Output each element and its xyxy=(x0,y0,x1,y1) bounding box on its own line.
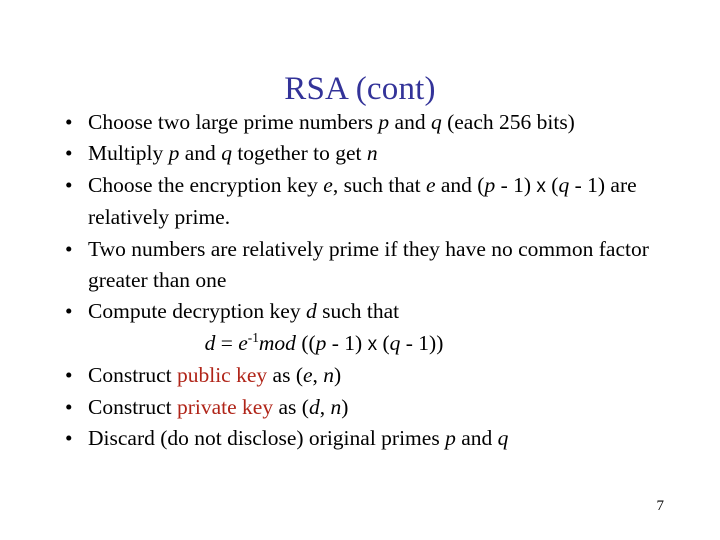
text-run: Construct xyxy=(88,363,177,388)
text-run: Multiply xyxy=(88,141,169,166)
math-variable: p xyxy=(378,110,390,134)
text-run: Discard (do not disclose) original prime… xyxy=(88,426,446,451)
math-variable: p xyxy=(315,330,327,355)
text-run: and xyxy=(389,110,431,134)
text-run: (( xyxy=(295,330,316,355)
math-variable: p xyxy=(445,426,456,451)
text-run: Choose two large prime numbers xyxy=(88,110,379,134)
text-run: - 1) xyxy=(326,330,368,355)
bullet-point-icon: • xyxy=(65,363,73,388)
math-variable: e xyxy=(323,172,333,197)
bullet-item-construct-public-key: • Construct public key as (e, n) xyxy=(58,360,680,391)
text-run: , xyxy=(312,363,324,388)
slide-body: • Choose two large prime numbers p and q … xyxy=(58,107,680,454)
text-run: ) xyxy=(334,363,342,388)
math-variable: d xyxy=(308,394,320,419)
math-variable: q xyxy=(497,426,509,451)
bullet-item-compute-decryption-key: • Compute decryption key d such that xyxy=(58,296,680,327)
math-variable: q xyxy=(430,110,442,134)
bullet-point-icon: • xyxy=(65,426,73,451)
text-run: as ( xyxy=(267,363,303,388)
multiplication-symbol: x xyxy=(536,175,546,197)
bullet-item-discard-primes: • Discard (do not disclose) original prim… xyxy=(58,423,680,454)
bullet-item-construct-private-key: • Construct private key as (d, n) xyxy=(58,392,680,423)
math-variable: q xyxy=(389,330,401,355)
text-run: and xyxy=(455,426,498,451)
math-variable: d xyxy=(204,330,216,355)
bullet-item-label: Choose two large prime numbers p and q (… xyxy=(88,107,680,138)
bullet-point-icon: • xyxy=(65,141,73,166)
math-variable: n xyxy=(366,141,378,166)
text-run: such that xyxy=(316,299,400,324)
math-variable: p xyxy=(168,141,180,166)
math-variable: q xyxy=(558,172,570,197)
text-run: Compute decryption key xyxy=(88,299,306,324)
text-run: , xyxy=(319,394,331,419)
math-variable: e xyxy=(425,172,436,197)
text-run: , such that xyxy=(332,172,426,197)
bullet-item-multiply-to-get-n: • Multiply p and q together to get n xyxy=(58,138,680,169)
highlighted-term: public key xyxy=(176,363,268,388)
page-title: RSA (cont) xyxy=(284,71,436,108)
multiplication-symbol: x xyxy=(367,333,378,355)
page-number: 7 xyxy=(656,498,665,514)
bullet-point-icon: • xyxy=(65,110,73,134)
text-run: Construct xyxy=(88,394,177,419)
bullet-item-label: Choose the encryption key e, such that e… xyxy=(88,170,680,234)
bullet-point-icon: • xyxy=(65,299,73,324)
bullet-item-label: Compute decryption key d such that xyxy=(88,296,680,327)
text-run: - 1)) xyxy=(400,330,444,355)
decryption-key-formula: d = e-1mod ((p - 1) x (q - 1)) xyxy=(58,328,680,360)
exponent: -1 xyxy=(247,329,259,345)
bullet-point-icon: • xyxy=(65,394,73,419)
math-variable: e xyxy=(302,363,313,388)
text-run: ( xyxy=(377,330,390,355)
math-variable: e xyxy=(238,330,248,355)
text-run: Choose the encryption key xyxy=(88,172,324,197)
text-run: = xyxy=(215,330,239,355)
text-run: together to get xyxy=(231,141,367,166)
text-run: - 1) xyxy=(495,172,537,197)
math-variable: n xyxy=(330,394,342,419)
math-variable: mod xyxy=(258,330,296,355)
text-run: as ( xyxy=(273,394,309,419)
bullet-item-label: Construct private key as (d, n) xyxy=(88,392,680,423)
math-variable: q xyxy=(221,141,232,166)
bullet-item-label: Construct public key as (e, n) xyxy=(88,360,680,391)
text-run: and xyxy=(179,141,222,166)
math-variable: d xyxy=(305,299,317,324)
bullet-item-choose-primes: • Choose two large prime numbers p and q … xyxy=(58,107,680,138)
text-run: ) xyxy=(341,394,349,419)
bullet-item-choose-encryption-key: • Choose the encryption key e, such that … xyxy=(58,170,680,234)
text-run: Two numbers are relatively prime if they… xyxy=(88,236,649,293)
math-variable: p xyxy=(484,172,496,197)
bullet-item-relatively-prime-definition: • Two numbers are relatively prime if the… xyxy=(58,234,680,297)
bullet-item-label: Discard (do not disclose) original prime… xyxy=(88,423,680,454)
text-run: and ( xyxy=(435,172,485,197)
presentation-slide: RSA (cont) • Choose two large prime numbe… xyxy=(0,0,720,540)
highlighted-term: private key xyxy=(176,394,274,419)
text-run: (each 256 bits) xyxy=(441,110,575,134)
bullet-item-label: Multiply p and q together to get n xyxy=(88,138,680,169)
text-run: ( xyxy=(545,172,559,197)
bullet-item-label: Two numbers are relatively prime if they… xyxy=(88,234,680,297)
bullet-point-icon: • xyxy=(65,236,73,261)
bullet-point-icon: • xyxy=(65,172,73,197)
math-variable: n xyxy=(323,363,335,388)
